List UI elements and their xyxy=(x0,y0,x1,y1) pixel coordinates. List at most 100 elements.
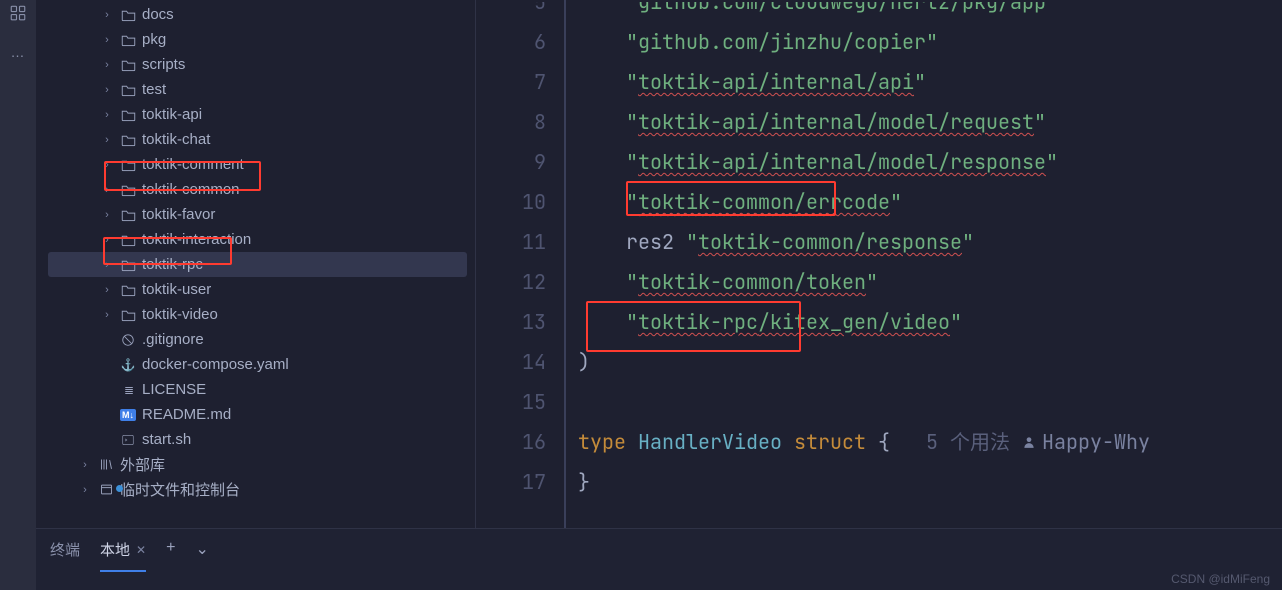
folder-icon xyxy=(120,307,136,323)
chevron-right-icon[interactable]: › xyxy=(78,484,92,496)
project-tree: ›docs›pkg›scripts›test›toktik-api›toktik… xyxy=(36,0,476,590)
tree-label: README.md xyxy=(142,406,231,423)
code-line[interactable]: ) xyxy=(578,342,1150,382)
editor: 567891011121314151617 "github.com/cloudw… xyxy=(476,0,1282,590)
folder-item[interactable]: › toktik-favor xyxy=(48,202,475,227)
folder-item[interactable]: ›toktik-comment xyxy=(48,152,475,177)
line-number: 8 xyxy=(476,102,546,142)
code-line[interactable]: "toktik-common/errcode" xyxy=(578,182,1150,222)
tree-label: docs xyxy=(142,6,174,23)
tree-label: toktik-api xyxy=(142,106,202,123)
line-number: 12 xyxy=(476,262,546,302)
folder-icon xyxy=(120,207,136,223)
folder-item[interactable]: › toktik-api xyxy=(48,102,475,127)
tree-label: toktik-favor xyxy=(142,206,215,223)
line-number: 14 xyxy=(476,342,546,382)
terminal-tab-local[interactable]: 本地 ✕ xyxy=(100,539,146,572)
folder-icon xyxy=(120,132,136,148)
author-hint[interactable]: Happy-Why xyxy=(1022,422,1150,462)
tree-label: start.sh xyxy=(142,431,191,448)
terminal-tab-label: 本地 xyxy=(100,539,130,560)
folder-item[interactable]: › toktik-rpc xyxy=(48,252,467,277)
close-icon[interactable]: ✕ xyxy=(136,543,146,557)
folder-icon xyxy=(120,7,136,23)
yaml-icon: ⚓ xyxy=(120,357,136,373)
folder-icon xyxy=(120,182,136,198)
tree-label: toktik-interaction xyxy=(142,231,251,248)
chevron-right-icon[interactable]: › xyxy=(100,209,114,221)
tree-label: pkg xyxy=(142,31,166,48)
new-terminal-button[interactable]: + xyxy=(166,539,175,557)
folder-item[interactable]: › toktik-user xyxy=(48,277,475,302)
chevron-right-icon[interactable]: › xyxy=(100,234,114,246)
file-item[interactable]: .gitignore xyxy=(48,327,475,352)
usages-hint[interactable]: 5 个用法 xyxy=(890,429,1010,455)
tree-label: toktik-user xyxy=(142,281,211,298)
folder-item[interactable]: › docs xyxy=(48,2,475,27)
code-line[interactable]: "toktik-api/internal/model/response" xyxy=(578,142,1150,182)
chevron-right-icon[interactable]: › xyxy=(100,284,114,296)
chevron-right-icon[interactable]: › xyxy=(100,84,114,96)
line-number: 15 xyxy=(476,382,546,422)
chevron-right-icon[interactable]: › xyxy=(100,59,114,71)
tree-label: toktik-rpc xyxy=(142,256,203,273)
code-line[interactable]: "toktik-api/internal/api" xyxy=(578,62,1150,102)
code-line[interactable]: "github.com/jinzhu/copier" xyxy=(578,22,1150,62)
line-number: 6 xyxy=(476,22,546,62)
file-item[interactable]: ⚓docker-compose.yaml xyxy=(48,352,475,377)
chevron-right-icon[interactable]: › xyxy=(100,109,114,121)
library-icon xyxy=(98,457,114,473)
apps-icon[interactable] xyxy=(9,4,27,26)
code-line[interactable]: } xyxy=(578,462,1150,502)
tree-label: test xyxy=(142,81,166,98)
dot-icon xyxy=(116,485,123,492)
external-libraries[interactable]: › 外部库 xyxy=(48,452,475,477)
label: 外部库 xyxy=(120,454,165,475)
terminal-panel: 终端 本地 ✕ + ⌄ xyxy=(36,528,1282,590)
chevron-right-icon[interactable]: › xyxy=(100,9,114,21)
folder-icon xyxy=(120,282,136,298)
file-item[interactable]: ≣ LICENSE xyxy=(48,377,475,402)
folder-item[interactable]: ›toktik-video xyxy=(48,302,475,327)
more-icon[interactable]: … xyxy=(11,44,26,60)
file-item[interactable]: M↓README.md xyxy=(48,402,475,427)
chevron-right-icon[interactable]: › xyxy=(100,309,114,321)
folder-item[interactable]: › pkg xyxy=(48,27,475,52)
chevron-right-icon[interactable]: › xyxy=(100,159,114,171)
code-line[interactable]: type HandlerVideo struct { 5 个用法Happy-Wh… xyxy=(578,422,1150,462)
terminal-title[interactable]: 终端 xyxy=(50,539,80,570)
code-line[interactable]: "toktik-rpc/kitex_gen/video" xyxy=(578,302,1150,342)
folder-item[interactable]: › toktik-common xyxy=(48,177,475,202)
code-area[interactable]: "github.com/cloudwego/hertz/pkg/app" "gi… xyxy=(568,0,1150,590)
label: 临时文件和控制台 xyxy=(120,479,240,500)
activity-bar[interactable]: … xyxy=(0,0,36,590)
scratch-icon xyxy=(98,482,114,498)
folder-item[interactable]: ›scripts xyxy=(48,52,475,77)
terminal-dropdown-icon[interactable]: ⌄ xyxy=(195,539,208,559)
folder-item[interactable]: › toktik-interaction xyxy=(48,227,475,252)
license-icon: ≣ xyxy=(120,382,136,398)
folder-item[interactable]: ›toktik-chat xyxy=(48,127,475,152)
chevron-right-icon[interactable]: › xyxy=(100,34,114,46)
tree-label: LICENSE xyxy=(142,381,206,398)
gitignore-icon xyxy=(120,332,136,348)
folder-icon xyxy=(120,57,136,73)
code-line[interactable]: "github.com/cloudwego/hertz/pkg/app" xyxy=(578,2,1150,22)
file-item[interactable]: start.sh xyxy=(48,427,475,452)
chevron-right-icon[interactable]: › xyxy=(100,134,114,146)
folder-item[interactable]: › test xyxy=(48,77,475,102)
line-number: 16 xyxy=(476,422,546,462)
code-line[interactable]: res2 "toktik-common/response" xyxy=(578,222,1150,262)
folder-icon xyxy=(120,32,136,48)
code-line[interactable] xyxy=(578,382,1150,422)
folder-icon xyxy=(120,157,136,173)
chevron-right-icon[interactable]: › xyxy=(78,459,92,471)
code-line[interactable]: "toktik-common/token" xyxy=(578,262,1150,302)
scratches-consoles[interactable]: › 临时文件和控制台 xyxy=(48,477,475,502)
chevron-right-icon[interactable]: › xyxy=(100,259,114,271)
shell-icon xyxy=(120,432,136,448)
watermark: CSDN @idMiFeng xyxy=(1171,572,1270,586)
tree-label: toktik-common xyxy=(142,181,240,198)
code-line[interactable]: "toktik-api/internal/model/request" xyxy=(578,102,1150,142)
chevron-right-icon[interactable]: › xyxy=(100,184,114,196)
